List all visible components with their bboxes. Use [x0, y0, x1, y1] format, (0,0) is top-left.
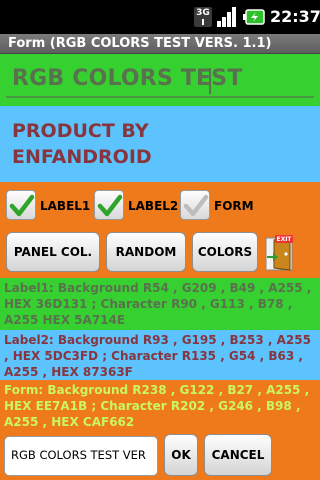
battery-icon — [243, 9, 265, 25]
clock: 22:37 — [270, 7, 320, 26]
network-label: 3G — [196, 8, 210, 18]
controls-panel: LABEL1 LABEL2 FORM PANEL COL. RANDOM COL… — [0, 182, 320, 278]
random-button[interactable]: RANDOM — [106, 232, 186, 272]
ok-button[interactable]: OK — [164, 434, 198, 476]
exit-door-icon[interactable]: EXIT — [264, 234, 298, 272]
title-panel: RGB COLORS TEST — [0, 54, 320, 106]
form-checkbox-label: FORM — [214, 199, 254, 213]
title-edit-value: RGB COLORS TEST VER — [11, 448, 146, 462]
app-title-input[interactable]: RGB COLORS TEST — [6, 62, 314, 98]
checkmark-icon — [183, 194, 209, 217]
label1-checkbox[interactable] — [6, 190, 36, 220]
3g-icon: 3G — [194, 7, 212, 27]
status-bar: 3G 22:37 — [0, 0, 320, 34]
label2-info-text: Label2: Background R93 , G195 , B253 , A… — [4, 333, 311, 379]
panel-col-button[interactable]: PANEL COL. — [6, 232, 100, 272]
input-underline — [6, 96, 314, 98]
form-info-panel: Form: Background R238 , G122 , B27 , A25… — [0, 380, 320, 430]
label1-panel: Label1: Background R54 , G209 , B49 , A2… — [0, 278, 320, 330]
form-checkbox[interactable] — [180, 190, 210, 220]
title-edit-field[interactable]: RGB COLORS TEST VER — [4, 436, 158, 476]
signal-icon — [217, 7, 236, 27]
cancel-button[interactable]: CANCEL — [204, 434, 272, 476]
window-title: Form (RGB COLORS TEST VERS. 1.1) — [8, 36, 272, 51]
label2-panel: Label2: Background R93 , G195 , B253 , A… — [0, 330, 320, 380]
checkmark-icon — [9, 194, 35, 217]
label2-checkbox-label: LABEL2 — [128, 199, 179, 213]
label1-checkbox-label: LABEL1 — [40, 199, 91, 213]
bottom-bar: RGB COLORS TEST VER OK CANCEL — [0, 430, 320, 480]
text-cursor — [209, 68, 211, 94]
app-title-value: RGB COLORS TEST — [12, 66, 243, 91]
form-info-text: Form: Background R238 , G122 , B27 , A25… — [4, 383, 310, 429]
product-panel: PRODUCT BY ENFANDROID — [0, 106, 320, 182]
label1-info-text: Label1: Background R54 , G209 , B49 , A2… — [4, 281, 312, 327]
checkmark-icon — [97, 194, 123, 217]
colors-button[interactable]: COLORS — [192, 232, 258, 272]
exit-icon-text: EXIT — [276, 236, 292, 243]
checkbox-row: LABEL1 LABEL2 FORM — [6, 190, 316, 222]
product-text: PRODUCT BY ENFANDROID — [12, 120, 152, 168]
window-title-bar: Form (RGB COLORS TEST VERS. 1.1) — [0, 34, 320, 54]
label2-checkbox[interactable] — [94, 190, 124, 220]
